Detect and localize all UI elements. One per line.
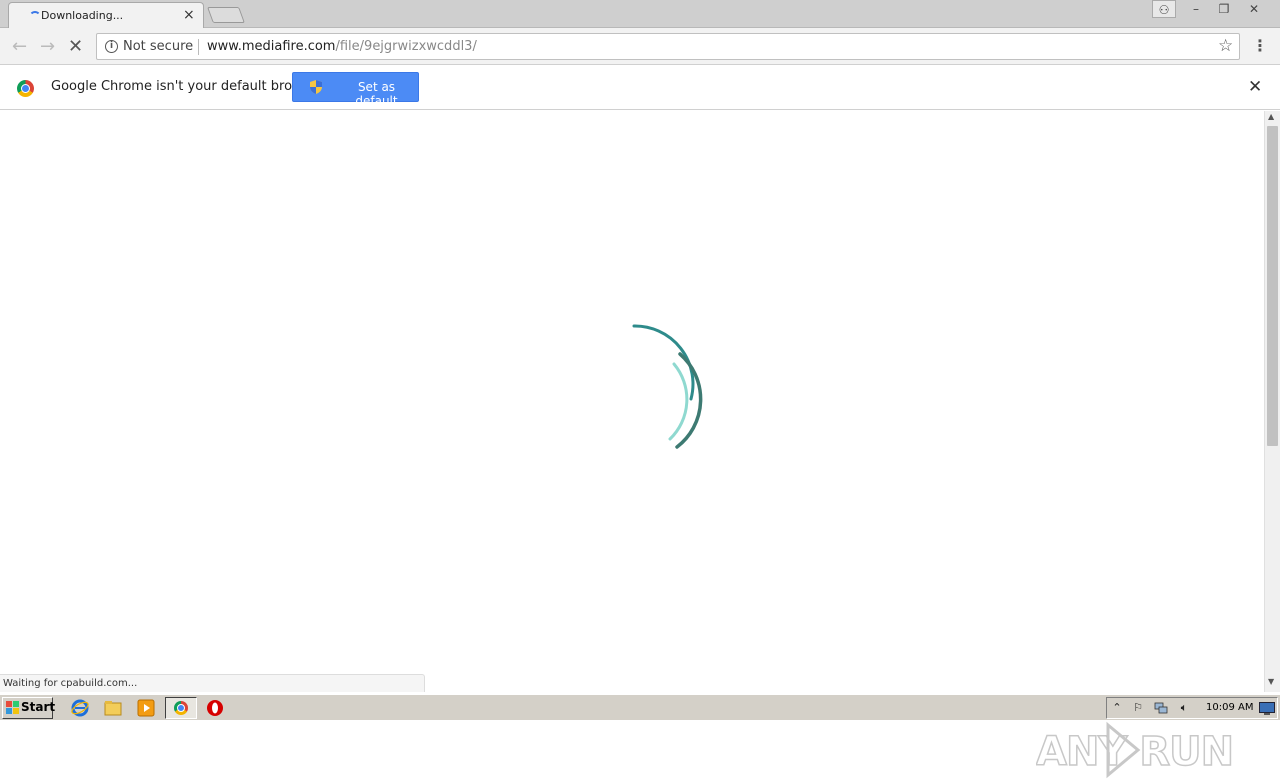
back-icon[interactable]: ←	[12, 36, 27, 57]
windows-taskbar: Start ⌃ ⚐ 🔈︎ 10:09 AM	[0, 694, 1280, 720]
address-bar[interactable]: i Not secure www.mediafire.com/file/9ejg…	[96, 33, 1240, 60]
default-browser-infobar: Google Chrome isn't your default browser…	[0, 66, 1280, 110]
tab-title: Downloading...	[41, 9, 124, 22]
windows-flag-icon	[6, 701, 19, 714]
start-button[interactable]: Start	[2, 697, 56, 719]
address-divider	[198, 39, 199, 55]
scroll-thumb[interactable]	[1267, 126, 1278, 446]
profile-icon[interactable]: ⚇	[1152, 0, 1176, 18]
close-window-icon[interactable]: ✕	[1238, 0, 1270, 18]
tab-close-icon[interactable]: ×	[183, 7, 195, 23]
clock[interactable]: 10:09 AM	[1206, 702, 1253, 713]
loading-spinner-icon	[29, 11, 41, 23]
set-as-default-label: Set as default	[355, 80, 398, 108]
file-explorer-icon[interactable]	[104, 699, 122, 717]
url-path: /file/9ejgrwizxwcddl3/	[335, 39, 477, 54]
internet-explorer-icon[interactable]	[71, 699, 89, 717]
media-player-icon[interactable]	[137, 699, 155, 717]
infobar-message: Google Chrome isn't your default browser	[51, 79, 323, 94]
page-viewport: ANY RUN	[0, 111, 1264, 779]
scroll-down-icon[interactable]: ▼	[1268, 677, 1274, 686]
tab-strip: Downloading... × ⚇ – ❐ ✕	[0, 0, 1280, 29]
url-text[interactable]: www.mediafire.com/file/9ejgrwizxwcddl3/	[207, 39, 477, 54]
bookmark-star-icon[interactable]: ☆	[1218, 36, 1233, 56]
set-as-default-button[interactable]: Set as default	[292, 72, 419, 108]
infobar-close-icon[interactable]: ✕	[1248, 77, 1262, 97]
start-label: Start	[21, 700, 56, 714]
chrome-menu-icon[interactable]: ⋮	[1252, 36, 1268, 55]
status-bubble: Waiting for cpabuild.com...	[0, 674, 425, 692]
scroll-up-icon[interactable]: ▲	[1268, 112, 1274, 121]
minimize-icon[interactable]: –	[1182, 0, 1210, 18]
show-desktop-icon[interactable]	[1259, 702, 1275, 715]
anyrun-watermark: ANY RUN	[1036, 721, 1235, 779]
chrome-icon	[174, 701, 188, 715]
vertical-scrollbar[interactable]: ▲ ▼	[1264, 111, 1280, 692]
stop-icon[interactable]: ✕	[68, 36, 83, 57]
info-icon[interactable]: i	[105, 40, 118, 53]
network-icon[interactable]	[1154, 701, 1168, 715]
browser-toolbar: ← → ✕ i Not secure www.mediafire.com/fil…	[0, 28, 1280, 65]
tab-downloading[interactable]: Downloading... ×	[8, 2, 204, 29]
show-hidden-icons-icon[interactable]: ⌃	[1110, 701, 1124, 715]
volume-icon[interactable]: 🔈︎	[1177, 701, 1191, 715]
uac-shield-icon	[310, 80, 322, 94]
url-host: www.mediafire.com	[207, 39, 336, 54]
action-center-flag-icon[interactable]: ⚐	[1131, 701, 1145, 715]
chrome-logo-icon	[17, 80, 34, 97]
chrome-taskbar-button[interactable]	[165, 697, 197, 719]
restore-icon[interactable]: ❐	[1210, 0, 1238, 18]
forward-icon[interactable]: →	[40, 36, 55, 57]
new-tab-button[interactable]	[207, 7, 245, 23]
loading-spinner-icon	[632, 324, 703, 449]
opera-icon[interactable]	[206, 699, 224, 717]
security-label[interactable]: Not secure	[123, 39, 193, 54]
system-tray: ⌃ ⚐ 🔈︎ 10:09 AM	[1106, 697, 1278, 719]
